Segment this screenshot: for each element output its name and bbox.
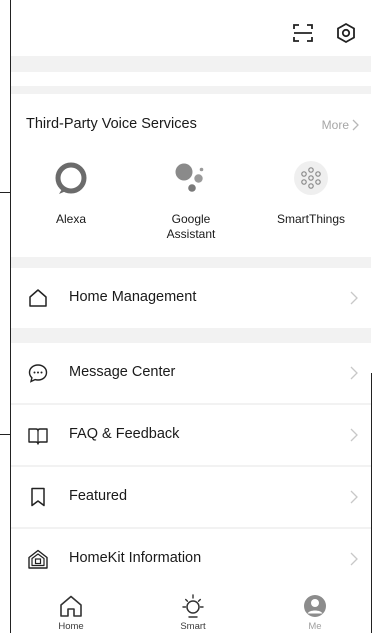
homekit-house-icon xyxy=(28,549,48,569)
scan-icon[interactable] xyxy=(292,22,314,44)
bottom-tab-bar: Home Smart Me xyxy=(11,589,371,633)
voice-services-more-link[interactable]: More xyxy=(322,118,359,132)
menu-item-home-management[interactable]: Home Management xyxy=(11,268,371,328)
profile-tab-icon xyxy=(304,595,326,617)
open-book-icon xyxy=(28,428,48,445)
voice-service-google-assistant[interactable]: Google Assistant xyxy=(136,158,246,242)
menu-item-label: HomeKit Information xyxy=(69,550,202,566)
phone-screen: Third-Party Voice Services More Alexa Go… xyxy=(10,0,371,633)
chevron-right-icon xyxy=(350,552,358,566)
top-bar xyxy=(11,0,371,56)
sun-tab-icon xyxy=(182,594,204,618)
house-outline-icon xyxy=(29,289,47,307)
chevron-right-icon xyxy=(350,490,358,504)
menu-item-label: Message Center xyxy=(69,364,176,380)
voice-service-label: Google Assistant xyxy=(166,212,216,241)
settings-hexagon-icon[interactable] xyxy=(335,22,357,44)
voice-service-label: SmartThings xyxy=(276,212,346,226)
tab-label: Smart xyxy=(180,621,206,632)
menu-item-faq-feedback[interactable]: FAQ & Feedback xyxy=(11,405,371,465)
menu-item-label: Featured xyxy=(69,488,128,504)
chevron-right-icon xyxy=(352,119,359,131)
menu-item-label: Home Management xyxy=(69,289,197,305)
tab-me[interactable]: Me xyxy=(285,593,345,632)
menu-item-message-center[interactable]: Message Center xyxy=(11,343,371,403)
smartthings-icon xyxy=(294,161,328,195)
chat-bubble-icon xyxy=(28,364,48,383)
tab-label: Home xyxy=(58,621,84,632)
voice-service-alexa[interactable]: Alexa xyxy=(16,158,126,227)
voice-service-label: Alexa xyxy=(55,212,87,226)
voice-services-card: Third-Party Voice Services More Alexa Go… xyxy=(11,94,371,257)
google-assistant-dots-icon xyxy=(175,163,204,192)
alexa-ring-icon xyxy=(55,162,87,194)
menu-item-featured[interactable]: Featured xyxy=(11,467,371,527)
voice-services-title: Third-Party Voice Services xyxy=(26,116,197,132)
chevron-right-icon xyxy=(350,366,358,380)
tab-smart[interactable]: Smart xyxy=(163,593,223,632)
blank-banner-card xyxy=(11,72,371,86)
chevron-right-icon xyxy=(350,291,358,305)
home-tab-icon xyxy=(60,595,82,617)
menu-item-homekit-information[interactable]: HomeKit Information xyxy=(11,529,371,589)
tab-home[interactable]: Home xyxy=(41,593,101,632)
tab-label: Me xyxy=(308,621,322,632)
more-label: More xyxy=(321,118,349,132)
chevron-right-icon xyxy=(350,428,358,442)
voice-service-smartthings[interactable]: SmartThings xyxy=(256,158,366,227)
menu-item-label: FAQ & Feedback xyxy=(69,426,180,442)
bookmark-icon xyxy=(31,487,45,507)
